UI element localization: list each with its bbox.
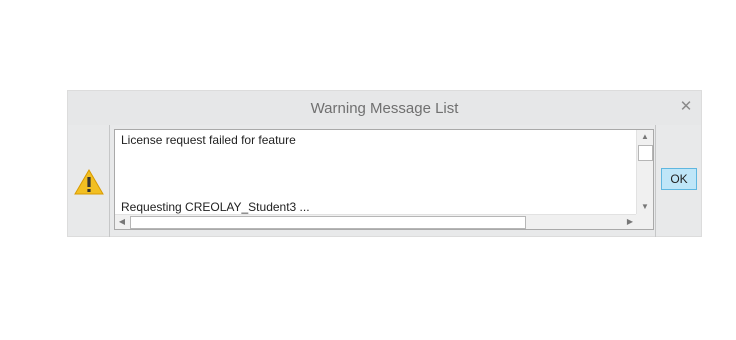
message-line: License request failed for feature: [121, 133, 296, 147]
icon-panel: [68, 125, 110, 237]
scrollbar-corner: [636, 214, 653, 229]
horizontal-scroll-thumb[interactable]: [130, 216, 526, 229]
close-icon[interactable]: ✕: [678, 99, 694, 115]
message-list[interactable]: License request failed for feature Reque…: [114, 129, 654, 230]
horizontal-scrollbar[interactable]: ◀ ▶: [115, 214, 637, 229]
scroll-left-arrow-icon[interactable]: ◀: [115, 215, 129, 229]
warning-icon: [74, 169, 104, 195]
scroll-down-arrow-icon[interactable]: ▼: [637, 200, 653, 214]
warning-message-dialog: Warning Message List ✕ License request f…: [67, 90, 702, 237]
button-panel: OK: [655, 125, 702, 237]
scroll-right-arrow-icon[interactable]: ▶: [623, 215, 637, 229]
title-bar: Warning Message List ✕: [68, 91, 701, 125]
dialog-title: Warning Message List: [310, 100, 459, 117]
ok-button[interactable]: OK: [661, 168, 697, 190]
message-line: Requesting CREOLAY_Student3 ...: [121, 200, 310, 214]
vertical-scrollbar[interactable]: ▲ ▼: [636, 130, 653, 214]
message-area: License request failed for feature Reque…: [110, 125, 655, 237]
scroll-up-arrow-icon[interactable]: ▲: [637, 130, 653, 144]
vertical-scroll-thumb[interactable]: [638, 145, 653, 161]
